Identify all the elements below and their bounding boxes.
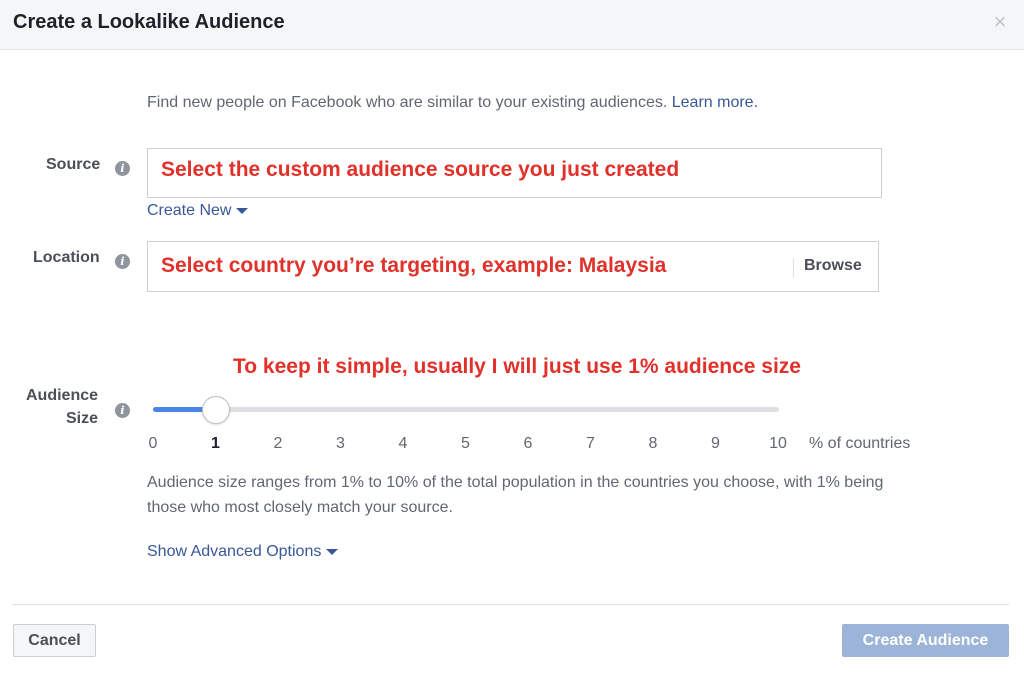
slider-unit-label: % of countries <box>809 435 911 452</box>
slider-tick: 0 <box>148 435 158 452</box>
intro-text: Find new people on Facebook who are simi… <box>147 94 758 112</box>
audience-size-label-line2: Size <box>66 410 99 427</box>
slider-tick: 6 <box>523 435 533 452</box>
location-input-annotation: Select country you’re targeting, example… <box>161 254 667 277</box>
slider-tick: 7 <box>586 435 595 452</box>
slider-tick: 9 <box>711 435 720 452</box>
info-icon[interactable]: i <box>115 161 130 176</box>
slider-tick: 1 <box>211 435 220 452</box>
close-icon[interactable]: × <box>990 11 1010 33</box>
source-input[interactable]: Select the custom audience source you ju… <box>147 148 882 198</box>
audience-size-annotation: To keep it simple, usually I will just u… <box>233 355 801 378</box>
dialog-title: Create a Lookalike Audience <box>13 11 285 33</box>
slider-tick: 3 <box>336 435 345 452</box>
source-input-annotation: Select the custom audience source you ju… <box>161 158 680 181</box>
slider-tick: 5 <box>461 435 470 452</box>
source-label: Source <box>46 156 101 173</box>
show-advanced-options-link[interactable]: Show Advanced Options <box>147 543 339 561</box>
caret-down-icon <box>236 207 249 214</box>
dialog-header: Create a Lookalike Audience × <box>0 0 1024 50</box>
create-new-label: Create New <box>147 202 232 219</box>
browse-button[interactable]: Browse <box>804 257 862 275</box>
create-audience-button[interactable]: Create Audience <box>842 624 1009 657</box>
slider-tick: 4 <box>398 435 408 452</box>
intro-description: Find new people on Facebook who are simi… <box>147 94 668 111</box>
slider-tick: 8 <box>648 435 658 452</box>
audience-size-label: Audience Size <box>26 387 98 428</box>
audience-size-slider-handle[interactable] <box>201 396 230 424</box>
lookalike-audience-dialog: Create a Lookalike Audience × Find new p… <box>0 0 1024 673</box>
create-new-dropdown[interactable]: Create New <box>147 202 249 220</box>
location-label: Location <box>33 249 100 266</box>
slider-tick: 2 <box>273 435 283 452</box>
learn-more-link[interactable]: Learn more. <box>672 94 758 111</box>
cancel-button[interactable]: Cancel <box>13 624 96 657</box>
location-input[interactable]: Select country you’re targeting, example… <box>147 241 879 292</box>
audience-size-slider-track[interactable] <box>153 407 779 412</box>
info-icon[interactable]: i <box>115 403 130 418</box>
info-icon[interactable]: i <box>115 254 130 269</box>
footer-divider <box>12 604 1009 605</box>
audience-size-label-line1: Audience <box>26 387 99 404</box>
caret-down-icon <box>326 548 339 555</box>
audience-size-help-text: Audience size ranges from 1% to 10% of t… <box>147 474 884 516</box>
show-advanced-options-label: Show Advanced Options <box>147 543 322 560</box>
slider-tick: 10 <box>769 435 787 452</box>
browse-divider <box>793 259 794 277</box>
